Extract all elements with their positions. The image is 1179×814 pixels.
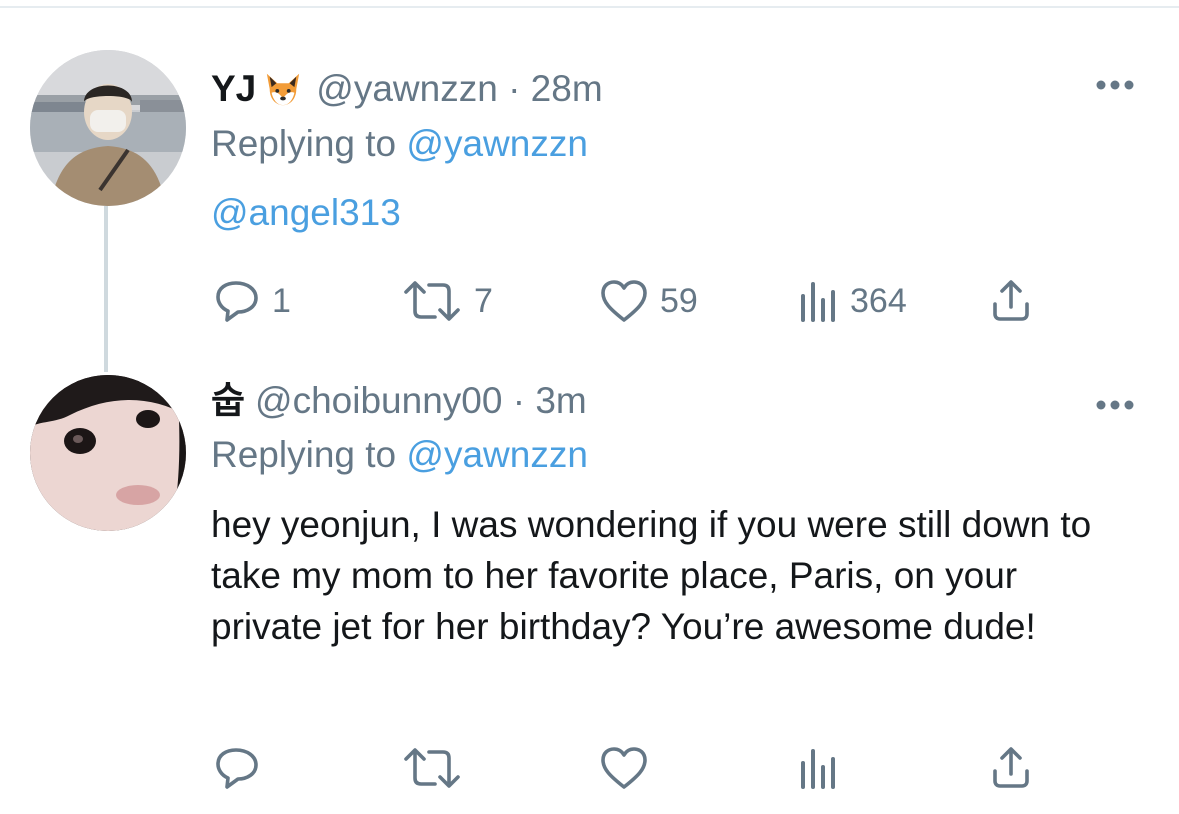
share-button[interactable] bbox=[990, 278, 1032, 324]
tweet-time[interactable]: 3m bbox=[535, 380, 586, 421]
replying-to-label: Replying to bbox=[211, 123, 397, 164]
display-name[interactable]: YJ bbox=[211, 68, 256, 109]
user-handle[interactable]: @choibunny00 bbox=[255, 380, 502, 421]
thread-connector-line bbox=[104, 206, 108, 372]
retweet-button[interactable] bbox=[402, 745, 474, 791]
like-button[interactable] bbox=[600, 745, 660, 791]
retweet-icon bbox=[404, 281, 460, 321]
replying-to-handle-link[interactable]: @yawnzzn bbox=[406, 123, 588, 164]
tweet-time[interactable]: 28m bbox=[531, 68, 603, 109]
avatar-photo bbox=[30, 50, 186, 206]
views-analytics-icon bbox=[801, 749, 835, 789]
tweet-header: YJ @yawnzzn · 28m bbox=[211, 67, 603, 111]
tweet-body-mention-link[interactable]: @angel313 bbox=[211, 191, 401, 235]
fox-face-emoji-icon bbox=[267, 73, 300, 106]
views-button[interactable]: 364 bbox=[798, 278, 907, 324]
share-button[interactable] bbox=[990, 745, 1032, 791]
replying-to-handle-link[interactable]: @yawnzzn bbox=[406, 434, 588, 475]
retweet-button[interactable]: 7 bbox=[402, 278, 493, 324]
more-options-icon[interactable] bbox=[1096, 398, 1134, 412]
reply-button[interactable]: 1 bbox=[214, 278, 291, 324]
share-icon bbox=[993, 747, 1029, 788]
retweet-icon bbox=[404, 748, 460, 788]
tweet-header: 숩 @choibunny00 · 3m bbox=[211, 379, 587, 423]
avatar-choibunny[interactable] bbox=[30, 375, 186, 531]
tweet-body-text: hey yeonjun, I was wondering if you were… bbox=[211, 504, 1092, 647]
replying-to-label: Replying to bbox=[211, 434, 397, 475]
avatar-photo bbox=[30, 375, 186, 531]
heart-icon bbox=[601, 747, 647, 789]
reply-icon bbox=[216, 281, 258, 322]
like-count: 59 bbox=[660, 281, 698, 320]
replying-to-line: Replying to @yawnzzn bbox=[211, 122, 588, 166]
views-button[interactable] bbox=[798, 745, 850, 791]
heart-icon bbox=[601, 280, 647, 322]
top-divider bbox=[0, 6, 1179, 8]
reply-count: 1 bbox=[272, 281, 291, 320]
like-button[interactable]: 59 bbox=[600, 278, 698, 324]
reply-button[interactable] bbox=[214, 745, 272, 791]
separator-dot: · bbox=[512, 380, 526, 421]
share-icon bbox=[993, 280, 1029, 321]
retweet-count: 7 bbox=[474, 281, 493, 320]
more-options-icon[interactable] bbox=[1096, 78, 1134, 92]
display-name[interactable]: 숩 bbox=[211, 379, 245, 422]
avatar-yj[interactable] bbox=[30, 50, 186, 206]
reply-icon bbox=[216, 748, 258, 789]
replying-to-line: Replying to @yawnzzn bbox=[211, 433, 588, 477]
user-handle[interactable]: @yawnzzn bbox=[316, 68, 498, 109]
views-analytics-icon bbox=[801, 282, 835, 322]
separator-dot: · bbox=[508, 68, 521, 109]
views-count: 364 bbox=[850, 281, 907, 320]
